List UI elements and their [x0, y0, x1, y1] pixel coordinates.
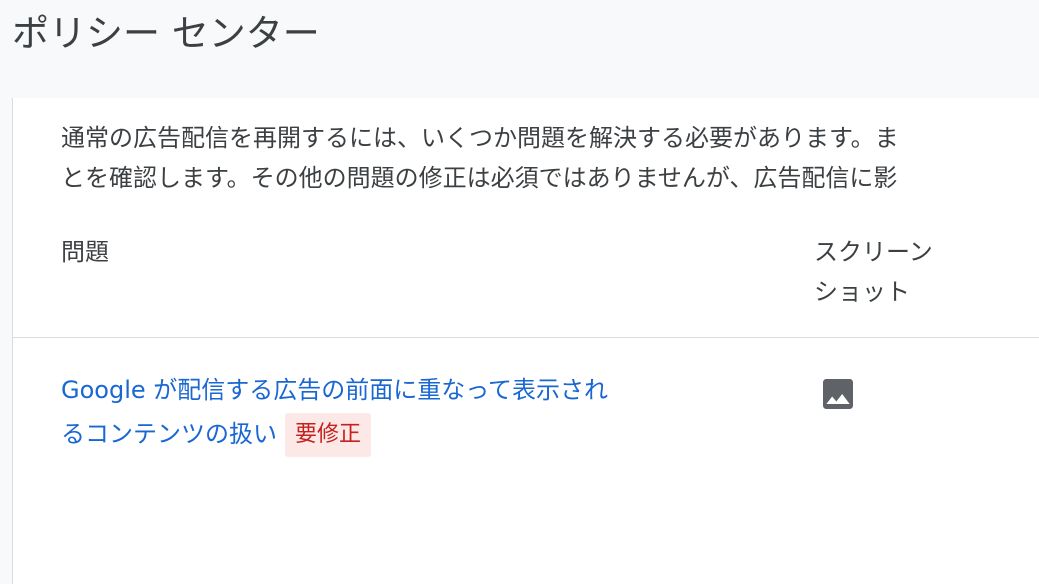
description-line: 通常の広告配信を再開するには、いくつか問題を解決する必要があります。ま — [61, 124, 899, 152]
status-badge: 要修正 — [285, 413, 372, 457]
column-header-issue: 問題 — [61, 238, 109, 266]
image-icon — [823, 379, 853, 409]
issue-link-line[interactable]: Google が配信する広告の前面に重なって表示され — [61, 368, 761, 412]
column-header-screenshot-line: スクリーン — [814, 238, 933, 266]
description-text: 通常の広告配信を再開するには、いくつか問題を解決する必要があります。ま とを確認… — [61, 118, 1039, 198]
column-header-screenshot-line: ショット — [814, 278, 910, 306]
issue-link[interactable]: Google が配信する広告の前面に重なって表示され るコンテンツの扱い 要修正 — [61, 368, 761, 457]
column-header-screenshot: スクリーン ショット — [814, 232, 964, 312]
page-header: ポリシー センター — [0, 0, 1039, 98]
table-row: Google が配信する広告の前面に重なって表示され るコンテンツの扱い 要修正 — [13, 338, 1039, 584]
screenshot-button[interactable] — [818, 374, 858, 414]
page-title: ポリシー センター — [12, 12, 320, 55]
description-line: とを確認します。その他の問題の修正は必須ではありませんが、広告配信に影 — [61, 164, 898, 192]
issue-link-text[interactable]: るコンテンツの扱い — [61, 420, 277, 448]
issue-link-line-with-badge[interactable]: るコンテンツの扱い 要修正 — [61, 412, 761, 457]
policy-issues-card: 通常の広告配信を再開するには、いくつか問題を解決する必要があります。ま とを確認… — [12, 98, 1039, 584]
